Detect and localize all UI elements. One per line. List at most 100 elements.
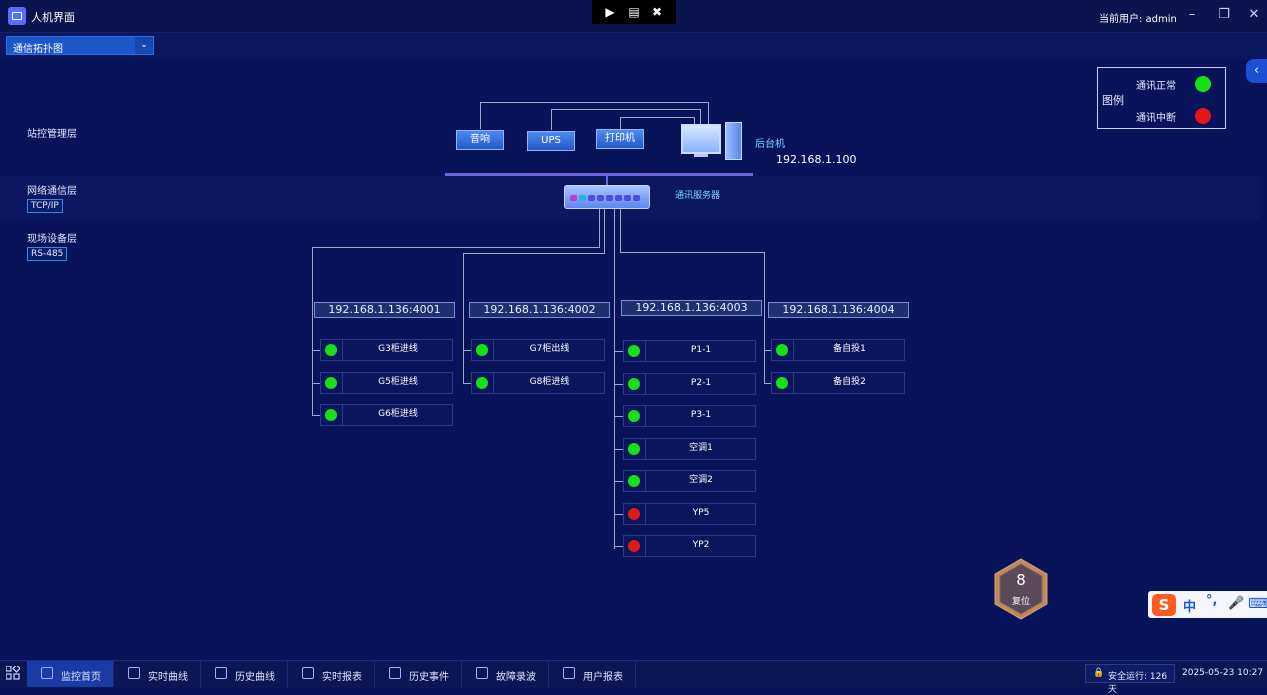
status-dot — [325, 377, 337, 389]
wire — [312, 383, 320, 384]
device-cell[interactable]: YP5 — [623, 503, 756, 525]
wire — [480, 102, 709, 103]
status-dot — [476, 377, 488, 389]
device-name: G5柜进线 — [342, 372, 453, 394]
device-cell[interactable]: G8柜进线 — [471, 372, 605, 394]
toolbar: 通信拓扑图 ⌄ — [0, 33, 1267, 59]
device-name: 空调2 — [645, 470, 756, 492]
status-dot — [776, 344, 788, 356]
device-name: YP5 — [645, 503, 756, 525]
apps-grid-icon[interactable] — [5, 664, 21, 680]
port-header[interactable]: 192.168.1.136:4001 — [314, 302, 455, 318]
device-name: G7柜出线 — [493, 339, 605, 361]
device-cell[interactable]: G5柜进线 — [320, 372, 453, 394]
wire — [614, 384, 623, 385]
taskbar-item[interactable]: 监控首页 — [27, 661, 114, 687]
device-cell[interactable]: YP2 — [623, 535, 756, 557]
wire — [620, 252, 765, 253]
view-select[interactable]: 通信拓扑图 ⌄ — [6, 36, 154, 55]
minimize-icon[interactable]: – — [1184, 7, 1200, 23]
app-title: 人机界面 — [31, 11, 75, 24]
device-cell[interactable]: P2-1 — [623, 373, 756, 395]
device-name: P1-1 — [645, 340, 756, 362]
wire — [463, 350, 471, 351]
nav-icon — [563, 667, 575, 679]
pointer-icon[interactable]: ▶ — [603, 5, 617, 19]
legend: 图例 通讯正常 通讯中断 — [1097, 67, 1226, 129]
switch-port — [597, 195, 604, 201]
device-cell[interactable]: P1-1 — [623, 340, 756, 362]
switch-port — [579, 195, 586, 201]
wire — [764, 350, 771, 351]
pc-tower-icon[interactable] — [725, 122, 742, 160]
wire — [480, 102, 481, 129]
ime-logo[interactable]: S — [1152, 594, 1176, 616]
datetime-text: 2025-05-23 10:27 — [1182, 668, 1264, 678]
device-name: G6柜进线 — [342, 404, 453, 426]
switch-port — [570, 195, 577, 201]
device-cell[interactable]: 备自投2 — [771, 372, 905, 394]
comm-server-switch[interactable] — [564, 185, 650, 209]
device-cell[interactable]: G7柜出线 — [471, 339, 605, 361]
monitor-icon[interactable] — [681, 124, 721, 154]
device-cell[interactable]: 空调1 — [623, 438, 756, 460]
lock-icon: 🔒 — [1093, 668, 1105, 678]
keyboard-icon[interactable]: ⌨ — [1248, 596, 1267, 612]
restore-icon[interactable]: ❐ — [1216, 7, 1232, 23]
device-cell[interactable]: G6柜进线 — [320, 404, 453, 426]
device-name: P3-1 — [645, 405, 756, 427]
port-header[interactable]: 192.168.1.136:4003 — [621, 300, 762, 316]
status-dot — [628, 540, 640, 552]
wire — [708, 102, 709, 126]
taskbar-item[interactable]: 历史事件 — [375, 661, 462, 687]
network-protocol-tag: TCP/IP — [27, 199, 63, 213]
taskbar-item-label: 实时曲线 — [148, 672, 188, 683]
taskbar-item[interactable]: 用户报表 — [549, 661, 636, 687]
monitor-stand — [694, 154, 708, 157]
alarm-device[interactable]: 音响 — [456, 130, 504, 150]
device-name: P2-1 — [645, 373, 756, 395]
nav-icon — [476, 667, 488, 679]
taskbar-item[interactable]: 故障录波 — [462, 661, 549, 687]
mic-icon[interactable]: 🎤 — [1228, 596, 1244, 611]
ime-toolbar[interactable]: S 中 °, 🎤 ⌨ — [1148, 591, 1267, 618]
close-icon[interactable]: ✕ — [1246, 7, 1262, 23]
wire — [614, 514, 623, 515]
keyboard-icon[interactable]: ▤ — [627, 5, 641, 19]
device-cell[interactable]: P3-1 — [623, 405, 756, 427]
device-cell[interactable]: G3柜进线 — [320, 339, 453, 361]
wire — [614, 351, 623, 352]
ime-language[interactable]: 中 — [1183, 596, 1196, 615]
chevron-left-icon[interactable]: ‹ — [1246, 59, 1267, 83]
ups-device[interactable]: UPS — [527, 131, 575, 151]
taskbar-item-label: 用户报表 — [583, 672, 623, 683]
device-cell[interactable]: 空调2 — [623, 470, 756, 492]
network-backbone — [445, 173, 753, 176]
port-header[interactable]: 192.168.1.136:4002 — [469, 302, 610, 318]
status-dot — [628, 410, 640, 422]
nav-icon — [215, 667, 227, 679]
reset-badge[interactable]: 8 复位 — [992, 557, 1050, 621]
taskbar-item[interactable]: 历史曲线 — [201, 661, 288, 687]
status-dot — [628, 378, 640, 390]
station-layer-label: 站控管理层 — [27, 129, 77, 140]
device-cell[interactable]: 备自投1 — [771, 339, 905, 361]
close-circle-icon[interactable]: ✖ — [650, 5, 664, 19]
port-header[interactable]: 192.168.1.136:4004 — [768, 302, 909, 318]
wire — [764, 383, 771, 384]
device-name: YP2 — [645, 535, 756, 557]
wire — [620, 117, 621, 129]
taskbar-item[interactable]: 实时曲线 — [114, 661, 201, 687]
field-protocol-tag: RS-485 — [27, 247, 68, 261]
device-name: 备自投2 — [793, 372, 905, 394]
wire — [463, 253, 464, 383]
chevron-down-icon[interactable]: ⌄ — [135, 37, 153, 54]
wire — [551, 109, 552, 130]
wire — [614, 481, 623, 482]
ime-punctuation[interactable]: °, — [1206, 593, 1217, 608]
printer-device[interactable]: 打印机 — [596, 129, 644, 149]
status-dot — [776, 377, 788, 389]
wire — [463, 253, 605, 254]
legend-title: 图例 — [1102, 94, 1124, 107]
taskbar-item[interactable]: 实时报表 — [288, 661, 375, 687]
